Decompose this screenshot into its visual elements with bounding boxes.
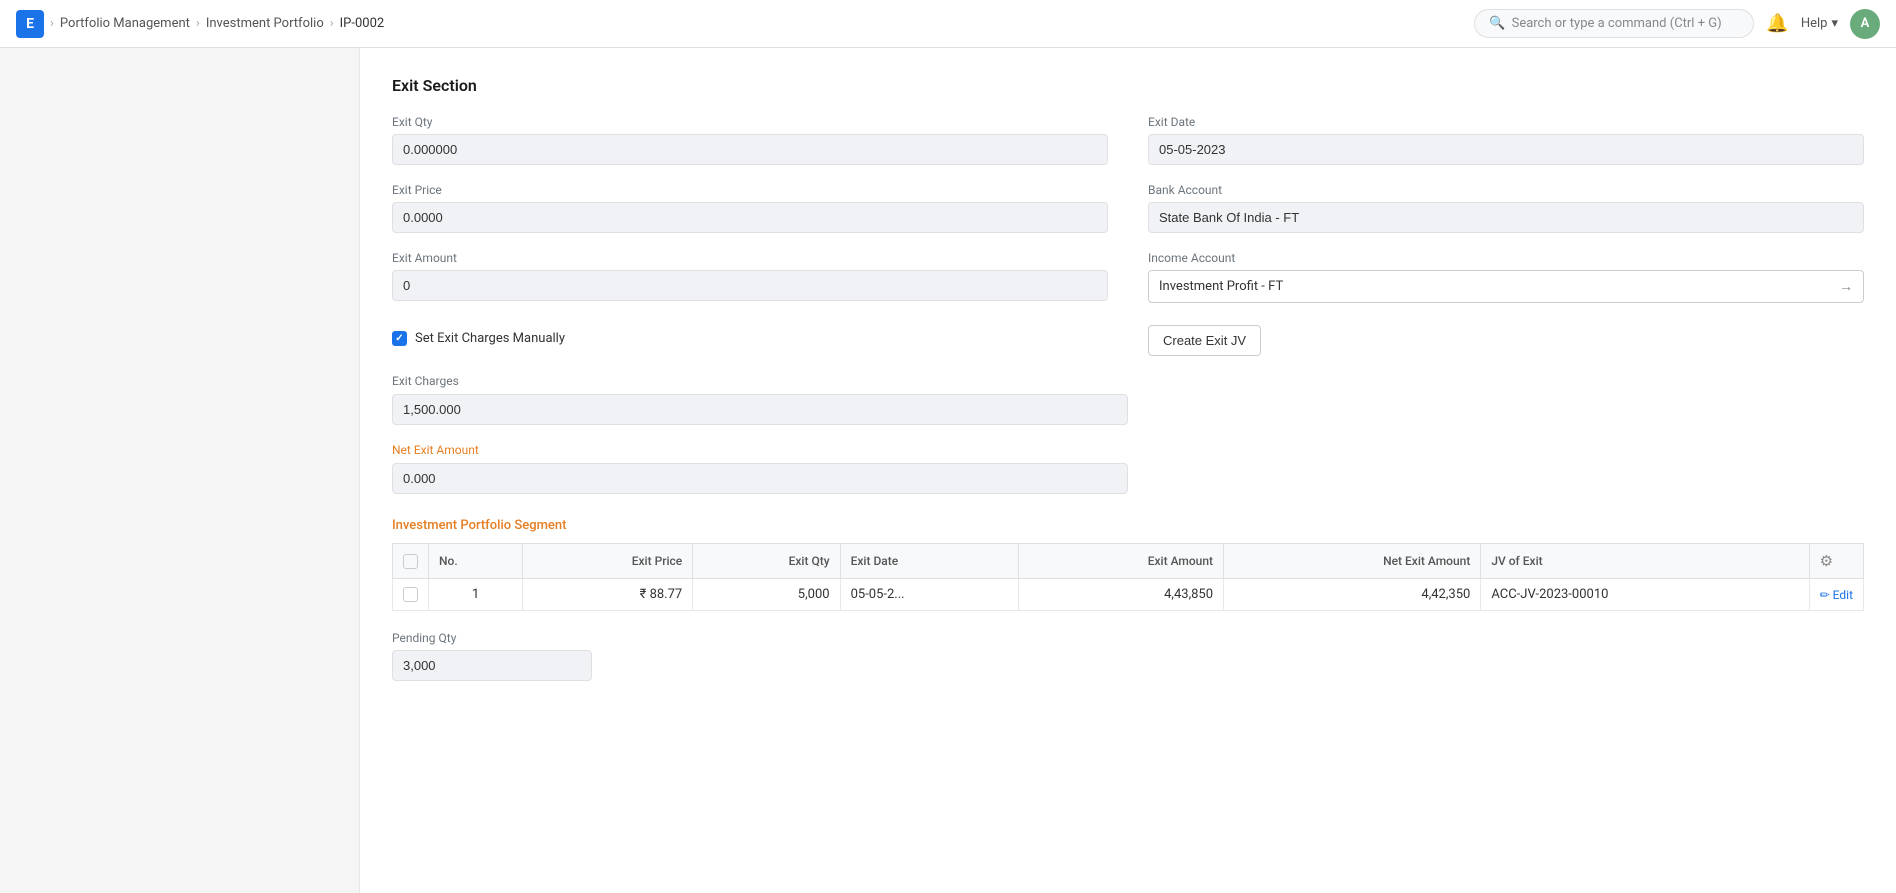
table-settings-button[interactable]: ⚙: [1820, 552, 1833, 570]
help-label: Help: [1801, 16, 1828, 31]
form-row-1: Exit Qty Exit Date: [392, 115, 1864, 165]
col-exit-date-header: Exit Date: [840, 544, 1018, 579]
col-settings-header: ⚙: [1809, 544, 1863, 579]
income-account-label: Income Account: [1148, 251, 1864, 265]
exit-date-label: Exit Date: [1148, 115, 1864, 129]
bank-account-label: Bank Account: [1148, 183, 1864, 197]
exit-price-label: Exit Price: [392, 183, 1108, 197]
income-account-arrow-icon: →: [1839, 278, 1853, 295]
row-1-exit-qty: 5,000: [693, 579, 840, 611]
income-account-group: Income Account Investment Profit - FT →: [1148, 251, 1864, 303]
table-section: Investment Portfolio Segment No. Exit Pr…: [392, 518, 1864, 611]
pending-section: Pending Qty: [392, 631, 1864, 681]
breadcrumb-sep-2: ›: [196, 16, 200, 31]
row-1-no: 1: [429, 579, 523, 611]
create-exit-jv-group: Create Exit JV: [1148, 321, 1864, 356]
sidebar: [0, 48, 360, 893]
table-row: 1 ₹ 88.77 5,000 05-05-2... 4,43,850 4,42…: [393, 579, 1864, 611]
form-row-2: Exit Price Bank Account: [392, 183, 1864, 233]
row-1-net-exit-amount: 4,42,350: [1224, 579, 1481, 611]
search-bar[interactable]: 🔍 Search or type a command (Ctrl + G): [1474, 9, 1754, 38]
main-content: Exit Section Exit Qty Exit Date Exit Pri…: [360, 48, 1896, 893]
col-no-header: No.: [429, 544, 523, 579]
col-exit-price-header: Exit Price: [523, 544, 693, 579]
breadcrumb-investment-portfolio[interactable]: Investment Portfolio: [206, 16, 324, 31]
pending-qty-label: Pending Qty: [392, 631, 1864, 645]
breadcrumb-portfolio-management[interactable]: Portfolio Management: [60, 16, 190, 31]
section-title: Exit Section: [392, 76, 1864, 95]
exit-date-group: Exit Date: [1148, 115, 1864, 165]
search-icon: 🔍: [1489, 16, 1505, 31]
edit-pencil-icon: ✏: [1820, 588, 1830, 602]
net-exit-amount-label: Net Exit Amount: [392, 443, 479, 457]
col-exit-qty-header: Exit Qty: [693, 544, 840, 579]
bank-account-group: Bank Account: [1148, 183, 1864, 233]
row-1-exit-amount: 4,43,850: [1018, 579, 1223, 611]
exit-date-input[interactable]: [1148, 134, 1864, 165]
row-1-edit-label: Edit: [1833, 588, 1853, 602]
breadcrumb-sep-1: ›: [50, 16, 54, 31]
checkbox-group: Set Exit Charges Manually: [392, 321, 1108, 356]
breadcrumb-ip-0002[interactable]: IP-0002: [340, 16, 385, 31]
net-exit-amount-group: Net Exit Amount: [392, 443, 1128, 494]
row-1-exit-date: 05-05-2...: [840, 579, 1018, 611]
exit-amount-input[interactable]: [392, 270, 1108, 301]
row-1-jv-of-exit: ACC-JV-2023-00010: [1481, 579, 1809, 611]
search-placeholder-text: Search or type a command (Ctrl + G): [1512, 16, 1722, 31]
exit-qty-group: Exit Qty: [392, 115, 1108, 165]
exit-amount-group: Exit Amount: [392, 251, 1108, 303]
topnav: E › Portfolio Management › Investment Po…: [0, 0, 1896, 48]
form-row-4: Set Exit Charges Manually Create Exit JV: [392, 321, 1864, 356]
set-exit-charges-checkbox[interactable]: [392, 331, 407, 346]
col-exit-amount-header: Exit Amount: [1018, 544, 1223, 579]
exit-qty-label: Exit Qty: [392, 115, 1108, 129]
exit-qty-input[interactable]: [392, 134, 1108, 165]
income-account-input[interactable]: Investment Profit - FT →: [1148, 270, 1864, 303]
topnav-left: E › Portfolio Management › Investment Po…: [16, 10, 384, 38]
exit-price-input[interactable]: [392, 202, 1108, 233]
select-all-checkbox[interactable]: [403, 554, 418, 569]
col-jv-of-exit-header: JV of Exit: [1481, 544, 1809, 579]
pending-qty-input[interactable]: [392, 650, 592, 681]
portfolio-segment-table: No. Exit Price Exit Qty Exit Date Exit A…: [392, 543, 1864, 611]
row-1-edit-cell: ✏ Edit: [1809, 579, 1863, 611]
breadcrumb-sep-3: ›: [330, 16, 334, 31]
col-checkbox-header: [393, 544, 429, 579]
col-net-exit-amount-header: Net Exit Amount: [1224, 544, 1481, 579]
exit-amount-label: Exit Amount: [392, 251, 1108, 265]
row-1-checkbox[interactable]: [403, 587, 418, 602]
form-row-3: Exit Amount Income Account Investment Pr…: [392, 251, 1864, 303]
exit-price-group: Exit Price: [392, 183, 1108, 233]
table-section-label: Investment Portfolio Segment: [392, 518, 1864, 533]
set-exit-charges-row: Set Exit Charges Manually: [392, 331, 565, 346]
exit-charges-input[interactable]: [392, 394, 1128, 425]
create-exit-jv-button[interactable]: Create Exit JV: [1148, 325, 1261, 356]
help-button[interactable]: Help ▾: [1801, 16, 1838, 31]
set-exit-charges-label: Set Exit Charges Manually: [415, 331, 565, 346]
row-1-exit-price: ₹ 88.77: [523, 579, 693, 611]
avatar[interactable]: A: [1850, 9, 1880, 39]
topnav-right: 🔍 Search or type a command (Ctrl + G) 🔔 …: [1474, 9, 1880, 39]
help-chevron-icon: ▾: [1831, 16, 1838, 31]
bank-account-input[interactable]: [1148, 202, 1864, 233]
main-wrapper: Exit Section Exit Qty Exit Date Exit Pri…: [0, 48, 1896, 893]
income-account-value: Investment Profit - FT: [1159, 279, 1283, 294]
row-1-edit-button[interactable]: ✏ Edit: [1820, 588, 1853, 602]
exit-charges-group: Exit Charges: [392, 374, 1128, 425]
row-checkbox-cell: [393, 579, 429, 611]
notification-bell-icon[interactable]: 🔔: [1766, 13, 1788, 34]
exit-charges-label: Exit Charges: [392, 374, 459, 388]
net-exit-amount-input[interactable]: [392, 463, 1128, 494]
app-icon[interactable]: E: [16, 10, 44, 38]
